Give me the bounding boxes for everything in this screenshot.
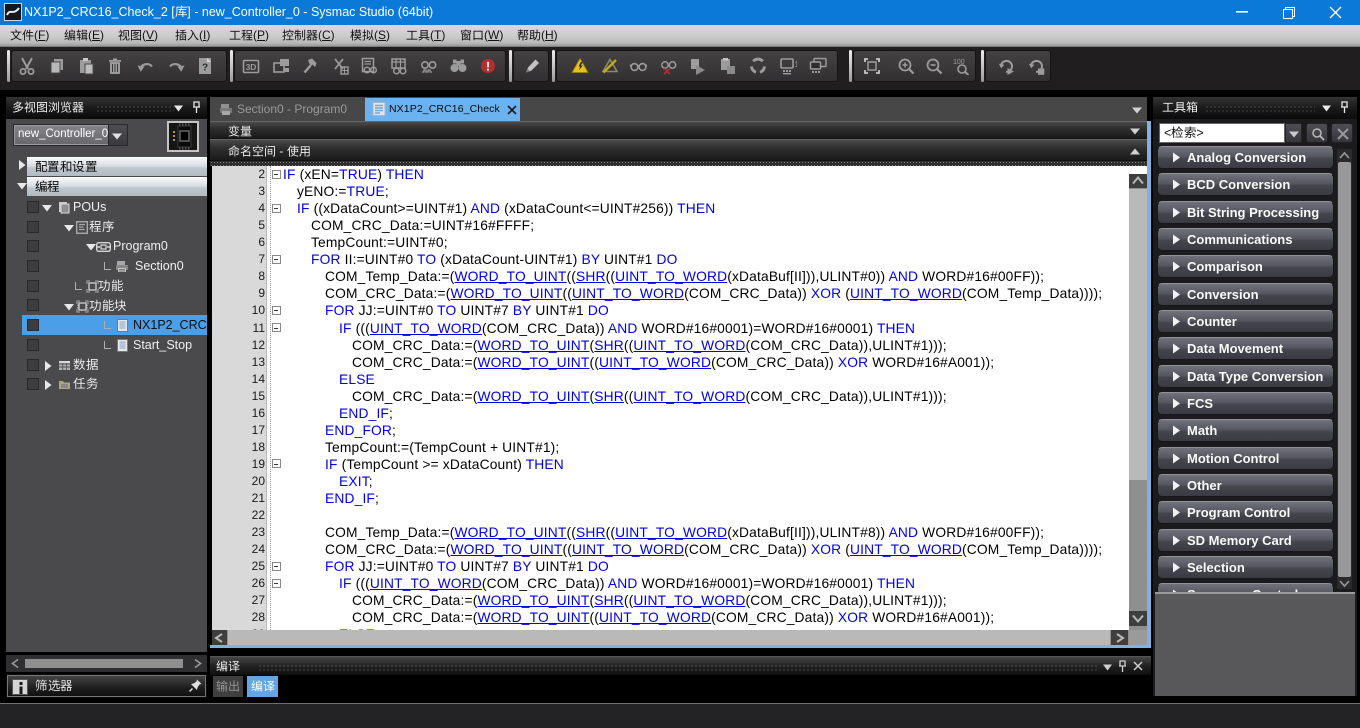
svg-text:3D: 3D [246, 62, 257, 72]
svg-text:1: 1 [795, 60, 798, 69]
svg-text:?: ? [202, 63, 208, 74]
